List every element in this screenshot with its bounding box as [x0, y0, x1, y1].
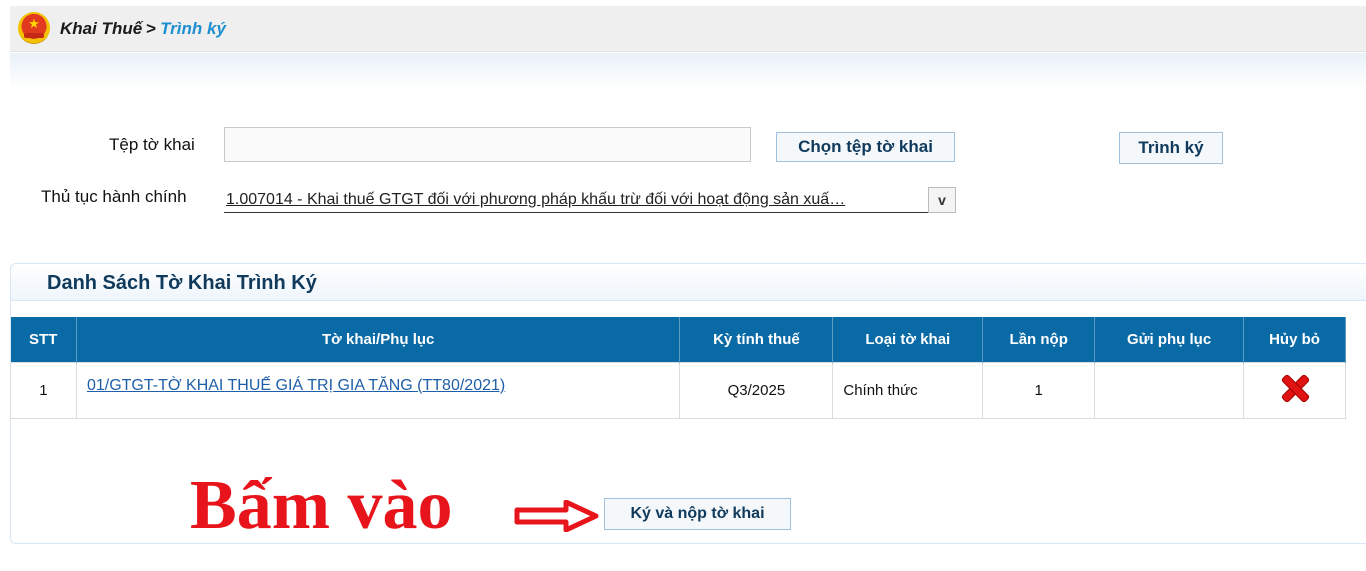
row-period: Q3/2025	[679, 361, 834, 419]
instruction-annotation: Bấm vào	[190, 467, 453, 544]
procedure-label: Thủ tục hành chính	[41, 187, 187, 206]
right-arrow-icon	[514, 500, 599, 532]
form-link[interactable]: 01/GTGT-TỜ KHAI THUẾ GIÁ TRỊ GIA TĂNG (T…	[87, 377, 505, 394]
column-header: Gửi phụ lục	[1094, 317, 1245, 362]
choose-file-button[interactable]: Chọn tệp tờ khai	[776, 132, 955, 162]
header-band	[10, 53, 1366, 89]
breadcrumb-separator: >	[146, 19, 157, 38]
column-header: Loại tờ khai	[832, 317, 984, 362]
row-attach[interactable]	[1094, 361, 1245, 419]
table-row: 1 01/GTGT-TỜ KHAI THUẾ GIÁ TRỊ GIA TĂNG …	[10, 361, 1346, 419]
breadcrumb-root[interactable]: Khai Thuế	[60, 19, 142, 38]
red-x-icon[interactable]	[1281, 374, 1309, 402]
file-input[interactable]	[224, 127, 751, 162]
breadcrumb: Khai Thuế > Trình ký	[60, 19, 226, 39]
row-form-cell: 01/GTGT-TỜ KHAI THUẾ GIÁ TRỊ GIA TĂNG (T…	[75, 361, 681, 419]
table-header-row: STT Tờ khai/Phụ lục Kỳ tính thuế Loại tờ…	[10, 317, 1346, 362]
sign-and-submit-button[interactable]: Ký và nộp tờ khai	[604, 498, 791, 530]
file-label: Tệp tờ khai	[109, 135, 195, 154]
panel-title: Danh Sách Tờ Khai Trình Ký	[47, 272, 317, 294]
column-header: STT	[10, 317, 77, 362]
column-header: Tờ khai/Phụ lục	[76, 317, 681, 362]
breadcrumb-current: Trình ký	[160, 19, 226, 38]
column-header: Kỳ tính thuế	[679, 317, 834, 362]
procedure-selected-value: 1.007014 - Khai thuế GTGT đối với phương…	[226, 191, 846, 208]
column-header: Hủy bỏ	[1243, 317, 1346, 362]
row-times: 1	[982, 361, 1096, 419]
procedure-select[interactable]: 1.007014 - Khai thuế GTGT đối với phương…	[224, 187, 956, 213]
declarations-table: STT Tờ khai/Phụ lục Kỳ tính thuế Loại tờ…	[10, 317, 1346, 419]
dropdown-arrow-icon[interactable]: v	[928, 187, 956, 213]
column-header: Lần nộp	[982, 317, 1096, 362]
row-cancel-cell	[1243, 361, 1346, 419]
row-stt: 1	[10, 361, 77, 419]
row-type: Chính thức	[832, 361, 984, 419]
sign-button[interactable]: Trình ký	[1119, 132, 1223, 164]
national-emblem-icon: ★	[18, 12, 50, 44]
breadcrumb-bar: ★ Khai Thuế > Trình ký	[10, 6, 1366, 52]
panel-header: Danh Sách Tờ Khai Trình Ký	[11, 264, 1366, 301]
